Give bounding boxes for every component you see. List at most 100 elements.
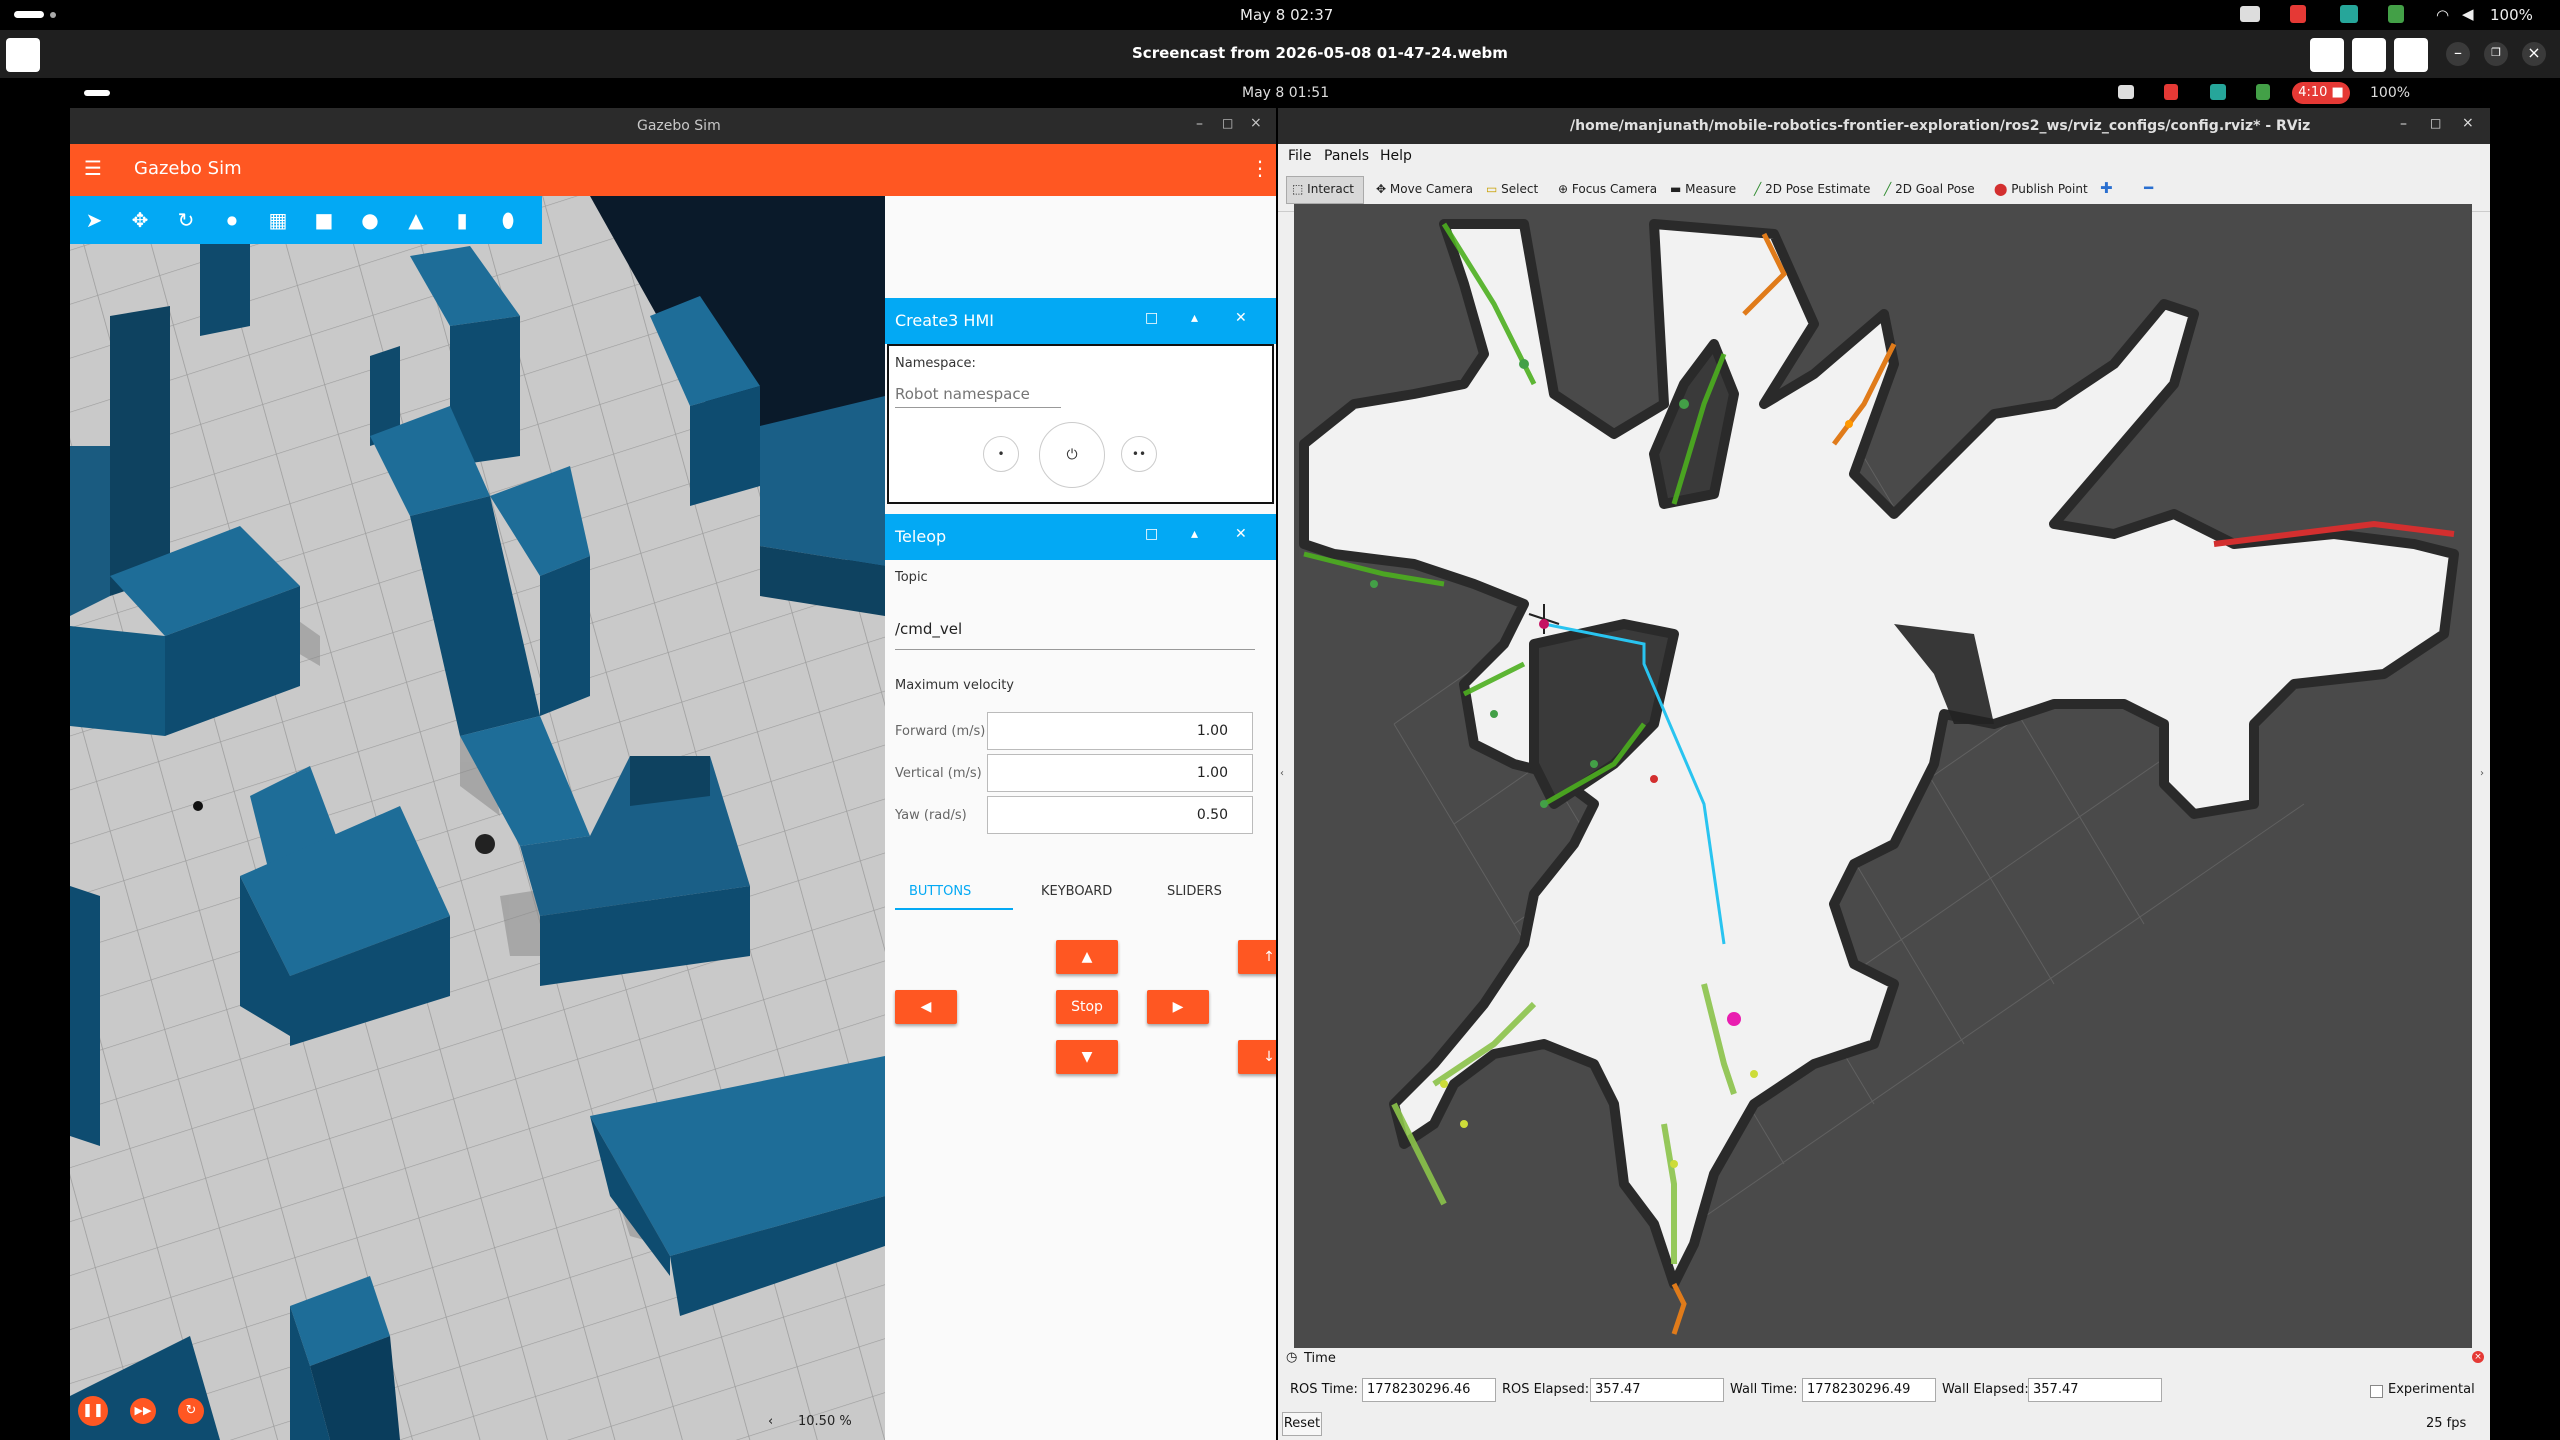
player-button-2[interactable]	[2352, 38, 2386, 72]
topic-input[interactable]: /cmd_vel	[895, 620, 1255, 650]
tab-buttons[interactable]: BUTTONS	[909, 884, 971, 899]
rotate-icon[interactable]: ↻	[174, 208, 198, 232]
ros-elapsed-label: ROS Elapsed:	[1502, 1382, 1590, 1397]
experimental-checkbox[interactable]	[2370, 1385, 2383, 1398]
tab-keyboard[interactable]: KEYBOARD	[1041, 884, 1112, 899]
wall-time-field[interactable]: 1778230296.49	[1802, 1378, 1936, 1402]
zoom-readout: 10.50 %	[798, 1414, 852, 1429]
ros-time-field[interactable]: 1778230296.46	[1362, 1378, 1496, 1402]
gz-close-icon[interactable]: ×	[1250, 115, 1262, 131]
restore-icon[interactable]: ❐	[2484, 42, 2508, 66]
power-button-icon[interactable]: ⏻	[1039, 422, 1105, 488]
reset-button[interactable]: Reset	[1282, 1412, 1322, 1436]
rviz-3d-view[interactable]	[1294, 204, 2472, 1348]
light-icon[interactable]: ●	[220, 208, 244, 232]
hmi-close-icon[interactable]: ✕	[1235, 310, 1247, 326]
clock[interactable]: May 8 02:37	[1240, 6, 1333, 24]
tool-publish-point[interactable]: ⬤ Publish Point	[1994, 182, 2088, 196]
sphere-icon[interactable]: ●	[358, 208, 382, 232]
robot-marker[interactable]	[475, 834, 495, 854]
tool-2d-pose-estimate[interactable]: ╱ 2D Pose Estimate	[1754, 182, 1870, 196]
workspace-indicator[interactable]	[14, 11, 44, 18]
discord-icon[interactable]	[2240, 6, 2260, 22]
vertical-spinbox[interactable]: 1.00	[987, 754, 1253, 792]
left-button[interactable]: ◀	[895, 990, 957, 1024]
player-button-3[interactable]	[2394, 38, 2428, 72]
tool-move-camera[interactable]: ✥ Move Camera	[1376, 182, 1473, 196]
right-dock-handle[interactable]: ›	[2480, 768, 2484, 779]
grid-icon[interactable]: ▦	[266, 208, 290, 232]
shield-icon[interactable]	[2290, 5, 2306, 23]
teleop-collapse-icon[interactable]: ▴	[1191, 526, 1198, 542]
maxvel-label: Maximum velocity	[895, 678, 1014, 693]
video-player-icon[interactable]	[6, 38, 40, 72]
teleop-close-icon[interactable]: ✕	[1235, 526, 1247, 542]
minimize-icon[interactable]: –	[2446, 42, 2470, 66]
pause-icon[interactable]: ❚❚	[78, 1396, 108, 1426]
remove-tool-icon[interactable]: ━	[2144, 179, 2153, 197]
occupancy-map[interactable]	[1294, 204, 2472, 1348]
close-icon[interactable]: ×	[2522, 42, 2546, 66]
tool-measure[interactable]: ▬ Measure	[1670, 182, 1736, 196]
wall-elapsed-field[interactable]: 357.47	[2028, 1378, 2162, 1402]
teleop-float-icon[interactable]: □	[1145, 526, 1158, 542]
ros-elapsed-field[interactable]: 357.47	[1590, 1378, 1724, 1402]
tool-interact[interactable]: ⬚ Interact	[1292, 182, 1354, 196]
add-tool-icon[interactable]: ✚	[2100, 179, 2113, 197]
time-panel-close-icon[interactable]: ×	[2472, 1351, 2484, 1363]
volume-icon[interactable]: ◀	[2462, 5, 2474, 23]
tool-2d-goal-pose[interactable]: ╱ 2D Goal Pose	[1884, 182, 1975, 196]
security-icon[interactable]	[2388, 5, 2404, 23]
gz-minimize-icon[interactable]: –	[1196, 116, 1203, 132]
forward-button[interactable]: ▲	[1056, 940, 1118, 974]
menu-panels[interactable]: Panels	[1324, 148, 1369, 164]
inner-top-bar: May 8 01:51 4:10 ■ 100%	[70, 78, 2490, 108]
publish-point-label: Publish Point	[2011, 182, 2088, 196]
yaw-spinbox[interactable]: 0.50	[987, 796, 1253, 834]
cone-icon[interactable]: ▲	[404, 208, 428, 232]
reset-icon[interactable]: ↻	[178, 1398, 204, 1424]
ascend-button[interactable]: ↑	[1238, 940, 1276, 974]
hamburger-menu-icon[interactable]: ☰	[84, 158, 102, 178]
inner-battery: 100%	[2370, 85, 2411, 101]
rv-minimize-icon[interactable]: –	[2400, 116, 2407, 132]
tool-select[interactable]: ▭ Select	[1486, 182, 1538, 196]
player-button-1[interactable]	[2310, 38, 2344, 72]
button-two-icon[interactable]: ••	[1121, 436, 1157, 472]
hmi-float-icon[interactable]: □	[1145, 310, 1158, 326]
scene-render[interactable]	[70, 196, 885, 1440]
capsule-icon[interactable]: ⬮	[496, 208, 520, 232]
topic-label: Topic	[895, 570, 928, 585]
left-dock-handle[interactable]: ‹	[1280, 768, 1284, 779]
button-one-icon[interactable]: •	[983, 436, 1019, 472]
record-indicator[interactable]: 4:10 ■	[2292, 82, 2350, 104]
tool-focus-camera[interactable]: ⊕ Focus Camera	[1558, 182, 1657, 196]
translate-icon[interactable]: ✥	[128, 208, 152, 232]
select-arrow-icon[interactable]: ➤	[82, 208, 106, 232]
rviz-window: /home/manjunath/mobile-robotics-frontier…	[1278, 108, 2490, 1440]
3d-scene[interactable]: ❚❚ ▶▶ ↻ ‹ 10.50 %	[70, 196, 885, 1440]
right-button[interactable]: ▶	[1147, 990, 1209, 1024]
backward-button[interactable]: ▼	[1056, 1040, 1118, 1074]
rviz-titlebar: /home/manjunath/mobile-robotics-frontier…	[1278, 108, 2490, 144]
gz-maximize-icon[interactable]: □	[1222, 116, 1233, 130]
step-icon[interactable]: ▶▶	[130, 1398, 156, 1424]
pose-estimate-label: 2D Pose Estimate	[1765, 182, 1871, 196]
rv-close-icon[interactable]: ×	[2462, 115, 2474, 131]
kebab-menu-icon[interactable]: ⋮	[1250, 156, 1270, 180]
box-icon[interactable]: ■	[312, 208, 336, 232]
hmi-collapse-icon[interactable]: ▴	[1191, 310, 1198, 326]
stop-button[interactable]: Stop	[1056, 990, 1118, 1024]
cylinder-icon[interactable]: ▮	[450, 208, 474, 232]
menu-file[interactable]: File	[1288, 148, 1311, 164]
forward-spinbox[interactable]: 1.00	[987, 712, 1253, 750]
menu-help[interactable]: Help	[1380, 148, 1412, 164]
scroll-left-icon[interactable]: ‹	[768, 1414, 773, 1429]
app-indicator-icon[interactable]	[2340, 5, 2358, 23]
battery-label[interactable]: 100%	[2490, 6, 2533, 24]
descend-button[interactable]: ↓	[1238, 1040, 1276, 1074]
rv-maximize-icon[interactable]: □	[2430, 116, 2441, 130]
namespace-input[interactable]	[895, 380, 1061, 408]
tab-sliders[interactable]: SLIDERS	[1167, 884, 1222, 899]
wifi-icon[interactable]: ◠	[2436, 6, 2449, 24]
